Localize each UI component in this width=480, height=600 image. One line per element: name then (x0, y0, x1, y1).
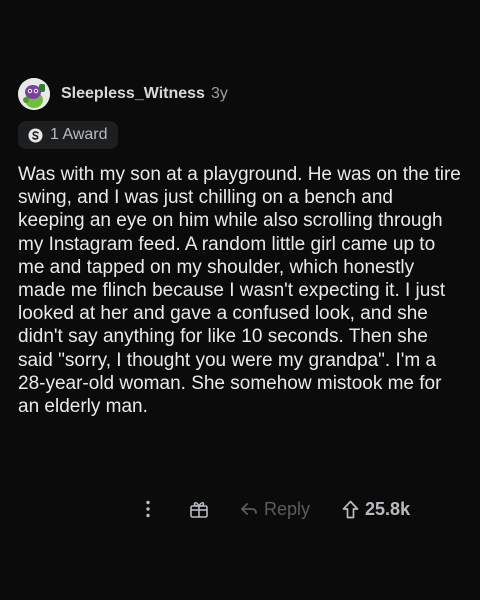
comment-age: 3y (210, 85, 228, 102)
upvote-button[interactable]: 25.8k (342, 499, 410, 520)
user-avatar[interactable] (18, 78, 50, 110)
upvote-arrow-icon (342, 500, 359, 518)
username[interactable]: Sleepless_Witness (61, 85, 205, 103)
upvote-count: 25.8k (365, 498, 411, 519)
award-icon (28, 127, 43, 143)
reply-arrow-icon (241, 503, 257, 515)
comment-actions: Reply 25.8k (138, 494, 410, 524)
comment-body: Was with my son at a playground. He was … (18, 164, 461, 418)
more-vertical-icon (146, 500, 150, 518)
more-options-button[interactable] (138, 497, 158, 521)
reply-button[interactable]: Reply (240, 499, 310, 520)
reply-label: Reply (264, 498, 311, 519)
comment-header: Sleepless_Witness 3y (18, 74, 464, 114)
gift-icon[interactable] (188, 498, 210, 520)
comment: Sleepless_Witness 3y 1 Award Was with my… (18, 74, 464, 418)
snoo-avatar-icon (18, 78, 50, 110)
award-count: 1 Award (50, 126, 108, 143)
award-badge[interactable]: 1 Award (18, 121, 118, 149)
